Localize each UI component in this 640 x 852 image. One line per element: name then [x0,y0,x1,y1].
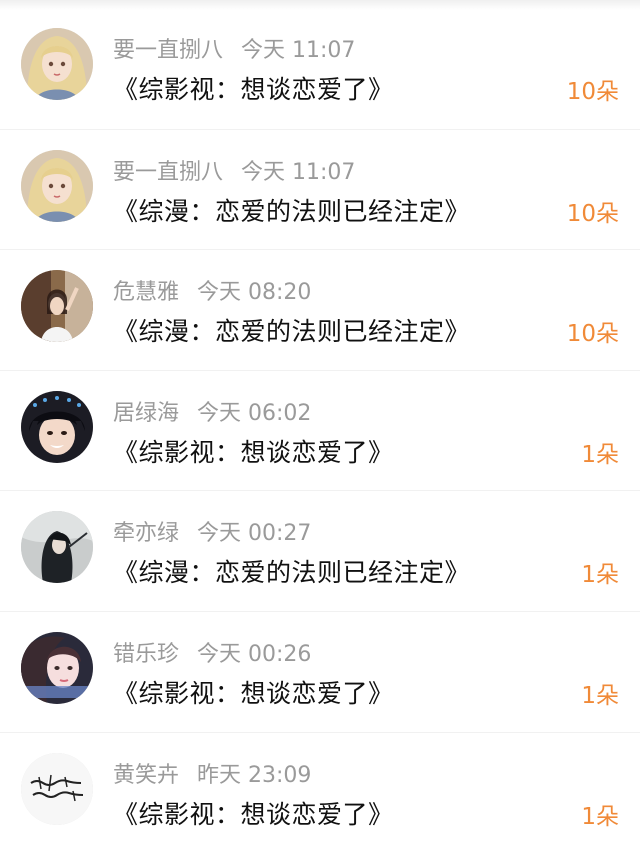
user-name: 错乐珍 [113,641,180,667]
avatar[interactable] [21,28,93,100]
timestamp: 今天 00:27 [197,521,312,547]
list-item[interactable]: 牵亦绿 今天 00:27 《综漫：恋爱的法则已经注定》 1朵 [0,490,640,611]
book-title[interactable]: 《综漫：恋爱的法则已经注定》 [113,192,470,228]
list-item[interactable]: 要一直捌八 今天 11:07 《综影视：想谈恋爱了》 10朵 [0,8,640,129]
book-title[interactable]: 《综影视：想谈恋爱了》 [113,70,394,106]
list-item[interactable]: 错乐珍 今天 00:26 《综影视：想谈恋爱了》 1朵 [0,610,640,732]
item-meta: 危慧雅 今天 08:20 [113,274,311,306]
timestamp: 昨天 23:09 [197,762,312,788]
item-meta: 黄笑卉 昨天 23:09 [113,757,311,789]
user-name: 危慧雅 [113,280,180,306]
user-name: 要一直捌八 [113,159,224,185]
item-meta: 牵亦绿 今天 00:27 [113,515,311,547]
avatar[interactable] [21,149,93,222]
user-name: 居绿海 [113,400,180,426]
flower-count: 1朵 [581,682,619,709]
flower-count: 10朵 [566,79,619,105]
timestamp: 今天 11:07 [241,38,356,63]
user-name: 要一直捌八 [113,38,224,63]
flower-count: 1朵 [581,803,619,830]
avatar[interactable] [21,390,93,463]
flower-count: 1朵 [581,562,619,589]
flower-count: 10朵 [566,321,619,348]
user-name: 牵亦绿 [113,521,180,547]
gift-list: 要一直捌八 今天 11:07 《综影视：想谈恋爱了》 10朵 要一直捌八 今天 … [0,8,640,852]
item-meta: 错乐珍 今天 00:26 [113,636,311,668]
item-meta: 居绿海 今天 06:02 [113,395,311,427]
timestamp: 今天 06:02 [197,400,312,426]
timestamp: 今天 11:07 [241,159,356,185]
user-name: 黄笑卉 [113,762,180,788]
flower-count: 1朵 [581,441,619,468]
item-meta: 要一直捌八 今天 11:07 [113,154,355,186]
book-title[interactable]: 《综影视：想谈恋爱了》 [113,433,394,469]
avatar[interactable] [21,511,93,584]
avatar[interactable] [21,752,93,825]
avatar[interactable] [21,631,93,704]
item-meta: 要一直捌八 今天 11:07 [113,32,355,64]
avatar[interactable] [21,270,93,343]
list-item[interactable]: 黄笑卉 昨天 23:09 《综影视：想谈恋爱了》 1朵 [0,731,640,852]
book-title[interactable]: 《综漫：恋爱的法则已经注定》 [113,553,470,589]
book-title[interactable]: 《综影视：想谈恋爱了》 [113,795,394,831]
book-title[interactable]: 《综影视：想谈恋爱了》 [113,674,394,710]
list-item[interactable]: 危慧雅 今天 08:20 《综漫：恋爱的法则已经注定》 10朵 [0,249,640,370]
list-item[interactable]: 居绿海 今天 06:02 《综影视：想谈恋爱了》 1朵 [0,369,640,491]
timestamp: 今天 08:20 [197,280,312,306]
timestamp: 今天 00:26 [197,641,312,667]
flower-count: 10朵 [566,200,619,227]
list-item[interactable]: 要一直捌八 今天 11:07 《综漫：恋爱的法则已经注定》 10朵 [0,128,640,250]
book-title[interactable]: 《综漫：恋爱的法则已经注定》 [113,312,470,348]
